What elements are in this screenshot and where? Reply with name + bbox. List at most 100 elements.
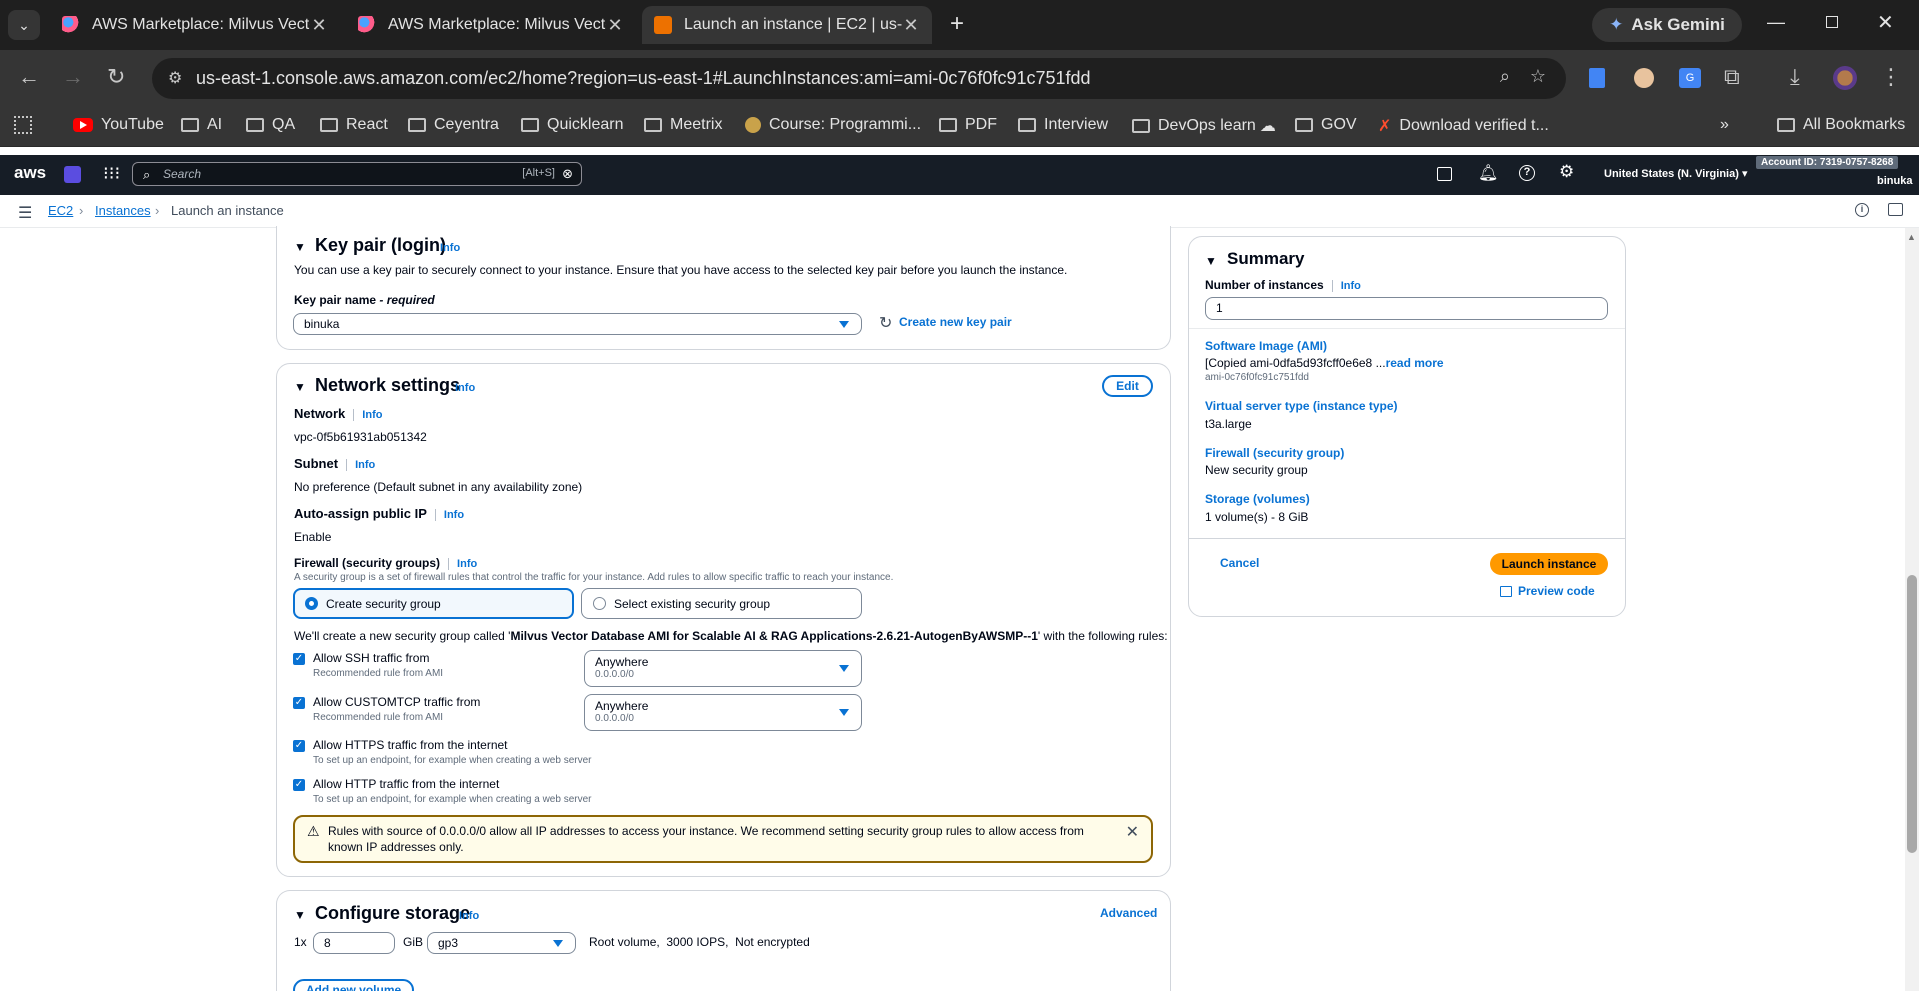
hamburger-menu-icon[interactable]: ☰ (18, 203, 32, 223)
number-of-instances-input[interactable]: 1 (1205, 297, 1608, 320)
clear-icon[interactable]: ⊗ (562, 166, 573, 182)
aws-logo[interactable]: aws (14, 163, 46, 183)
user-name[interactable]: binuka (1877, 175, 1912, 187)
collapse-caret-icon[interactable]: ▼ (1205, 254, 1217, 268)
region-selector[interactable]: United States (N. Virginia) ▾ (1604, 167, 1747, 180)
refresh-icon[interactable]: ↻ (879, 313, 892, 333)
bookmark-folder-qa[interactable]: QA (246, 116, 295, 134)
address-bar[interactable]: ⚙ us-east-1.console.aws.amazon.com/ec2/h… (152, 58, 1566, 99)
software-image-link[interactable]: Software Image (AMI) (1205, 339, 1327, 353)
back-icon[interactable]: ← (18, 66, 40, 88)
collapse-caret-icon[interactable]: ▼ (294, 908, 306, 922)
services-grid-icon[interactable]: ⁝⁝⁝ (103, 163, 120, 184)
forward-icon[interactable]: → (62, 66, 84, 88)
customtcp-rule-checkbox[interactable]: ✓ (293, 697, 305, 709)
bookmark-folder-meetrix[interactable]: Meetrix (644, 116, 722, 134)
bookmark-folder-gov[interactable]: GOV (1295, 116, 1357, 134)
feedback-icon[interactable] (1888, 203, 1903, 216)
select-existing-security-group-option[interactable]: Select existing security group (581, 588, 862, 619)
collapse-caret-icon[interactable]: ▼ (294, 240, 306, 254)
preview-code-link[interactable]: Preview code (1500, 584, 1595, 598)
bookmark-folder-ceyentra[interactable]: Ceyentra (408, 116, 499, 134)
bookmark-youtube[interactable]: YouTube (73, 116, 164, 134)
scroll-up-icon[interactable]: ▲ (1907, 232, 1916, 242)
storage-info-link[interactable]: Info (459, 910, 479, 922)
breadcrumb-ec2[interactable]: EC2 (48, 203, 73, 218)
download-icon[interactable]: ⤓ (1790, 66, 1800, 88)
restore-icon[interactable] (1826, 16, 1838, 28)
cloudshell-icon[interactable] (1437, 167, 1452, 181)
network-field-info-link[interactable]: Info (362, 409, 382, 421)
reload-icon[interactable]: ↻ (107, 66, 125, 88)
breadcrumb-instances[interactable]: Instances (95, 203, 151, 218)
key-pair-select[interactable]: binuka (293, 313, 862, 335)
http-rule-checkbox[interactable]: ✓ (293, 779, 305, 791)
browser-menu-icon[interactable]: ⋮ (1880, 66, 1902, 88)
cancel-button[interactable]: Cancel (1220, 556, 1259, 570)
browser-tab-3[interactable]: Launch an instance | EC2 | us-ea ✕ (642, 6, 932, 44)
browser-tab-1[interactable]: AWS Marketplace: Milvus Vector ✕ (50, 6, 340, 44)
notifications-bell-icon[interactable]: 🔔︎ (1478, 163, 1498, 183)
more-bookmarks-icon[interactable]: » (1720, 116, 1729, 134)
account-id-badge[interactable]: Account ID: 7319-0757-8268 (1756, 156, 1899, 169)
storage-summary-link[interactable]: Storage (volumes) (1205, 492, 1310, 506)
aws-search-input[interactable]: ⌕ Search [Alt+S] ⊗ (132, 162, 582, 186)
customtcp-source-select[interactable]: Anywhere 0.0.0.0/0 (584, 694, 862, 731)
ssh-source-select[interactable]: Anywhere 0.0.0.0/0 (584, 650, 862, 687)
firewall-info-link[interactable]: Info (457, 558, 477, 570)
extension-face-icon[interactable] (1634, 68, 1654, 88)
bookmark-download[interactable]: ✗ Download verified t... (1378, 116, 1549, 136)
bookmark-folder-interview[interactable]: Interview (1018, 116, 1108, 134)
create-key-pair-link[interactable]: Create new key pair (899, 315, 1012, 329)
collapse-caret-icon[interactable]: ▼ (294, 380, 306, 394)
ask-gemini-button[interactable]: ✦ Ask Gemini (1592, 8, 1742, 42)
minimize-icon[interactable]: — (1767, 12, 1785, 33)
site-settings-icon[interactable]: ⚙ (168, 68, 182, 88)
extensions-puzzle-icon[interactable]: ⧉ (1724, 66, 1740, 88)
settings-gear-icon[interactable]: ⚙ (1559, 162, 1574, 182)
instances-info-link[interactable]: Info (1341, 280, 1361, 292)
apps-grid-icon[interactable] (14, 116, 32, 134)
browser-tab-2[interactable]: AWS Marketplace: Milvus Vector ✕ (346, 6, 636, 44)
ssh-rule-checkbox[interactable]: ✓ (293, 653, 305, 665)
instance-type-link[interactable]: Virtual server type (instance type) (1205, 399, 1398, 413)
zoom-icon[interactable]: ⌕ (1500, 66, 1510, 87)
advanced-link[interactable]: Advanced (1100, 906, 1157, 920)
info-panel-icon[interactable]: i (1855, 203, 1869, 217)
firewall-summary-link[interactable]: Firewall (security group) (1205, 446, 1344, 460)
bookmark-folder-pdf[interactable]: PDF (939, 116, 997, 134)
caret-down-icon (839, 709, 849, 716)
tab-search-button[interactable]: ⌄ (8, 10, 40, 40)
public-ip-info-link[interactable]: Info (444, 509, 464, 521)
extension-docs-icon[interactable] (1589, 68, 1605, 88)
bookmark-folder-quicklearn[interactable]: Quicklearn (521, 116, 623, 134)
bookmark-folder-ai[interactable]: AI (181, 116, 222, 134)
https-rule-checkbox[interactable]: ✓ (293, 740, 305, 752)
dismiss-close-icon[interactable]: ✕ (1126, 822, 1139, 842)
help-icon[interactable]: ? (1519, 165, 1535, 181)
close-tab-icon[interactable]: ✕ (902, 15, 920, 36)
new-tab-icon[interactable]: + (950, 10, 964, 38)
bookmark-folder-react[interactable]: React (320, 116, 388, 134)
unified-settings-icon[interactable] (64, 166, 81, 183)
translate-icon[interactable]: G (1679, 68, 1701, 88)
subnet-info-link[interactable]: Info (355, 459, 375, 471)
launch-instance-button[interactable]: Launch instance (1490, 553, 1608, 575)
bookmark-star-icon[interactable]: ☆ (1530, 66, 1546, 87)
close-window-icon[interactable]: ✕ (1877, 10, 1894, 35)
close-tab-icon[interactable]: ✕ (310, 15, 328, 36)
ec2-favicon (654, 16, 672, 34)
profile-avatar[interactable] (1833, 66, 1857, 90)
bookmark-course[interactable]: Course: Programmi... (745, 116, 921, 134)
volume-size-input[interactable]: 8 (313, 932, 395, 954)
key-pair-info-link[interactable]: Info (440, 242, 460, 254)
read-more-link[interactable]: read more (1386, 356, 1444, 370)
close-tab-icon[interactable]: ✕ (606, 15, 624, 36)
bookmark-folder-devops[interactable]: DevOps learn ☁ (1132, 116, 1276, 136)
add-new-volume-button[interactable]: Add new volume (293, 979, 414, 991)
create-security-group-option[interactable]: Create security group (293, 588, 574, 619)
all-bookmarks[interactable]: All Bookmarks (1777, 116, 1905, 134)
edit-network-button[interactable]: Edit (1102, 375, 1153, 397)
network-info-link[interactable]: Info (455, 382, 475, 394)
page-scrollbar-thumb[interactable] (1907, 575, 1917, 853)
